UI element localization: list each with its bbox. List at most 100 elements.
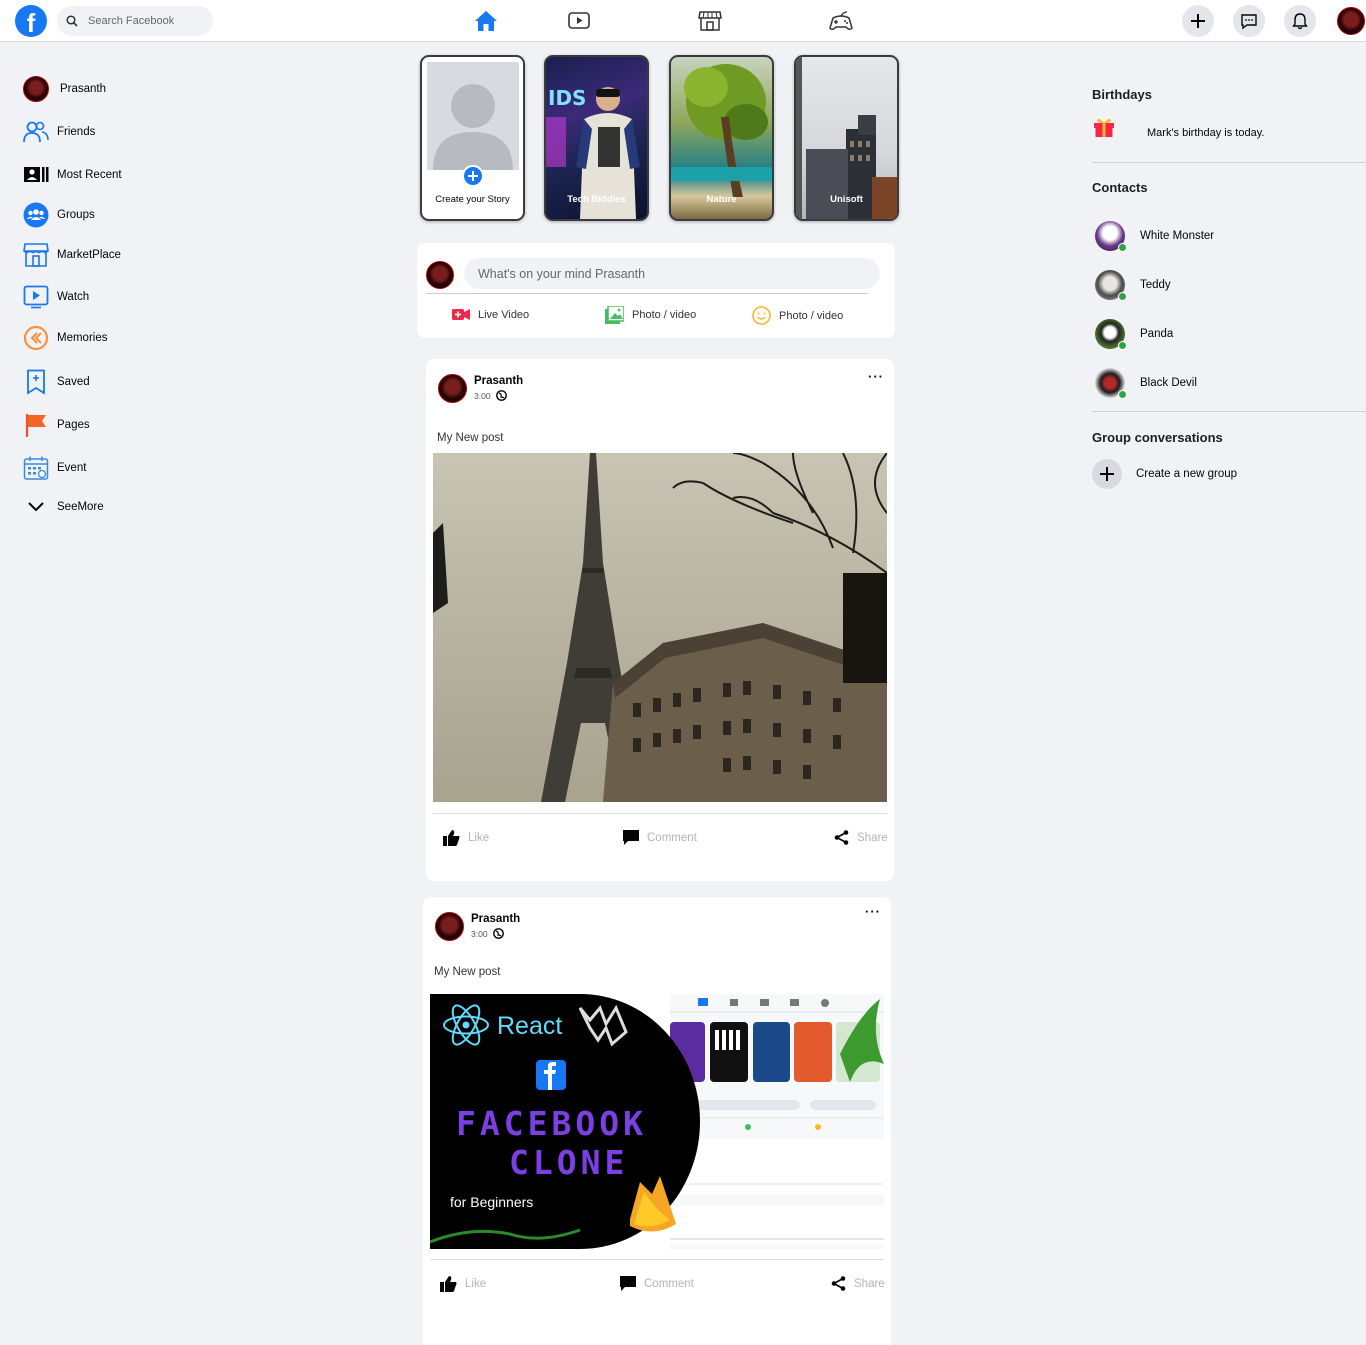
- sidebar-item-event[interactable]: Event: [22, 453, 86, 483]
- search-icon: [66, 15, 78, 27]
- create-group-button[interactable]: Create a new group: [1092, 459, 1237, 489]
- sidebar-item-label: Saved: [57, 376, 90, 388]
- home-icon[interactable]: [472, 7, 500, 35]
- like-button[interactable]: Like: [443, 830, 489, 846]
- share-label: Share: [854, 1277, 885, 1290]
- saved-icon: [22, 368, 50, 396]
- post-author-avatar[interactable]: [438, 374, 467, 403]
- post-image[interactable]: React FACEBOOK CLONE for Beginners: [430, 994, 884, 1249]
- thumbnail-title-facebook: FACEBOOK: [456, 1104, 647, 1143]
- sidebar-item-label: Prasanth: [60, 83, 107, 95]
- watch-icon[interactable]: [565, 7, 593, 35]
- messenger-icon[interactable]: [1233, 5, 1265, 37]
- share-button[interactable]: Share: [834, 830, 888, 845]
- profile-avatar[interactable]: [1337, 7, 1365, 35]
- sidebar-item-label: MarketPlace: [57, 249, 121, 261]
- like-button[interactable]: Like: [440, 1276, 486, 1292]
- pages-flag-icon: [22, 411, 50, 439]
- sidebar-item-groups[interactable]: Groups: [22, 200, 95, 230]
- sidebar-item-watch[interactable]: Watch: [22, 282, 89, 312]
- post-author-name[interactable]: Prasanth: [471, 913, 520, 925]
- comment-button[interactable]: Comment: [623, 830, 697, 845]
- like-label: Like: [468, 832, 490, 844]
- sidebar-item-most-recent[interactable]: Most Recent: [22, 160, 122, 190]
- event-calendar-icon: [22, 454, 50, 482]
- contact-name: White Monster: [1140, 230, 1215, 242]
- sidebar-item-saved[interactable]: Saved: [22, 367, 90, 397]
- birthdays-heading: Birthdays: [1092, 87, 1152, 102]
- feeling-button[interactable]: Photo / video: [752, 306, 843, 325]
- sidebar-item-see-more[interactable]: SeeMore: [22, 492, 104, 522]
- contact-name: Teddy: [1140, 279, 1171, 291]
- live-video-button[interactable]: Live Video: [452, 308, 529, 321]
- online-indicator: [1118, 390, 1127, 399]
- svg-text:IDS: IDS: [548, 86, 586, 110]
- contact-avatar: [1095, 368, 1127, 399]
- photo-video-label: Photo / video: [632, 309, 697, 321]
- post-composer: What's on your mind Prasanth Live Video …: [417, 243, 895, 338]
- contact-item[interactable]: Panda: [1095, 319, 1173, 350]
- feeling-label: Photo / video: [779, 309, 844, 322]
- post-card: Prasanth 3:00 ··· My New post: [426, 359, 894, 881]
- comment-button[interactable]: Comment: [620, 1276, 694, 1291]
- share-button[interactable]: Share: [831, 1276, 885, 1291]
- live-video-icon: [452, 309, 470, 320]
- sidebar-item-marketplace[interactable]: MarketPlace: [22, 240, 121, 270]
- story-nature[interactable]: Nature: [669, 55, 774, 221]
- post-author-name[interactable]: Prasanth: [474, 375, 523, 387]
- bell-icon[interactable]: [1284, 5, 1316, 37]
- comment-icon: [623, 830, 639, 845]
- gaming-icon[interactable]: [827, 7, 855, 35]
- post-image[interactable]: [433, 453, 887, 802]
- post-meta: 3:00: [474, 390, 523, 401]
- composer-input[interactable]: What's on your mind Prasanth: [464, 258, 880, 289]
- share-icon: [831, 1276, 846, 1291]
- sidebar-item-memories[interactable]: Memories: [22, 323, 107, 353]
- story-create[interactable]: Create your Story: [420, 55, 525, 221]
- contact-item[interactable]: White Monster: [1095, 221, 1215, 252]
- contact-avatar: [1095, 270, 1127, 301]
- story-unisoft[interactable]: Unisoft: [794, 55, 899, 221]
- comment-icon: [620, 1276, 636, 1291]
- sidebar-item-label: Event: [57, 462, 87, 474]
- post-card: Prasanth 3:00 ··· My New post: [423, 897, 891, 1345]
- post-time: 3:00: [471, 928, 488, 939]
- post-text: My New post: [437, 432, 504, 444]
- photo-video-button[interactable]: Photo / video: [605, 306, 696, 324]
- like-icon: [440, 1276, 457, 1292]
- story-label: Create your Story: [435, 194, 510, 205]
- marketplace-icon[interactable]: [696, 7, 724, 35]
- contact-name: Black Devil: [1140, 377, 1197, 389]
- search-box[interactable]: [57, 6, 213, 36]
- smiley-icon: [752, 306, 771, 325]
- sidebar-item-label: Memories: [57, 332, 108, 344]
- divider: [426, 293, 868, 294]
- memories-icon: [22, 324, 50, 352]
- sidebar-item-friends[interactable]: Friends: [22, 117, 95, 147]
- post-author-avatar[interactable]: [435, 912, 464, 941]
- more-options-icon[interactable]: ···: [868, 369, 884, 384]
- birthday-text[interactable]: Mark's birthday is today.: [1147, 127, 1264, 139]
- groups-icon: [22, 201, 50, 229]
- plus-icon[interactable]: [1182, 5, 1214, 37]
- globe-icon: [492, 928, 504, 939]
- story-add-plus-icon[interactable]: [462, 165, 484, 187]
- divider: [433, 813, 887, 814]
- gift-icon: [1094, 119, 1114, 137]
- sidebar-item-profile[interactable]: Prasanth: [22, 74, 106, 104]
- contact-avatar: [1095, 221, 1127, 252]
- more-options-icon[interactable]: ···: [865, 904, 881, 919]
- thumbnail-title-clone: CLONE: [509, 1143, 629, 1182]
- online-indicator: [1118, 292, 1127, 301]
- story-tech-biddies[interactable]: IDS Tech Biddies: [544, 55, 649, 221]
- sidebar-item-pages[interactable]: Pages: [22, 410, 90, 440]
- contact-item[interactable]: Teddy: [1095, 270, 1171, 301]
- sidebar-item-label: Pages: [57, 419, 90, 431]
- photo-icon: [605, 306, 624, 324]
- post-header: Prasanth 3:00: [471, 913, 520, 939]
- search-input[interactable]: [88, 15, 198, 27]
- facebook-logo-icon[interactable]: f: [15, 5, 47, 37]
- contact-item[interactable]: Black Devil: [1095, 368, 1197, 399]
- contacts-heading: Contacts: [1092, 180, 1148, 195]
- story-label: Tech Biddies: [567, 194, 626, 205]
